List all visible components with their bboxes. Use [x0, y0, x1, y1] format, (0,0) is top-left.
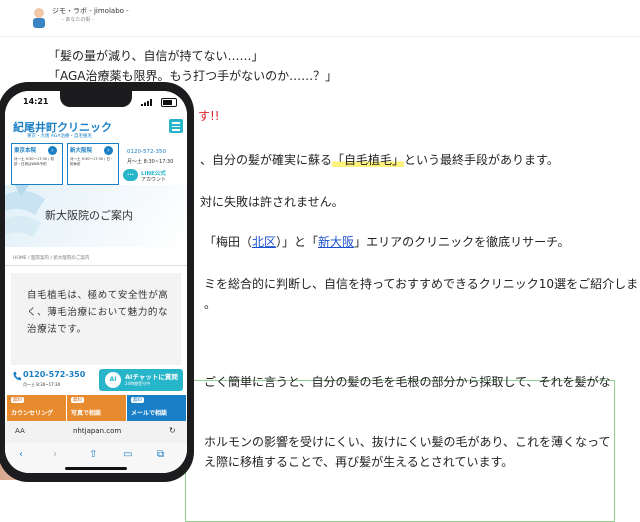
line-sub: アカウント — [141, 177, 167, 183]
ai-chat-label: AIチャットに質問 — [125, 373, 178, 381]
branch-tokyo-hours: 月〜土 9:30〜17:30 / 初診・日祝はWEB予約 — [14, 157, 54, 166]
status-time: 14:21 — [23, 97, 49, 106]
free-badge: 無料 — [11, 397, 24, 403]
header-phone-hours: 月〜土 8:30~17:30 — [127, 159, 174, 165]
notch — [60, 91, 132, 107]
site-name[interactable]: ジモ・ラボ - jimolabo - — [52, 6, 129, 16]
header-phone-number[interactable]: 0120-572-350 — [127, 149, 166, 155]
chat-bubble-icon: ••• — [123, 169, 138, 181]
mail-consult-button[interactable]: 無料 メールで相談 — [127, 395, 186, 421]
line-account-button[interactable]: ••• LINE公式 アカウント — [123, 169, 179, 183]
safari-url-bar[interactable]: AA nhtjapan.com ↻ — [5, 421, 187, 443]
breadcrumb[interactable]: HOME / 医院案内 / 新大阪院のご案内 — [13, 255, 89, 261]
clinic-header: 紀尾井町クリニック 東京・大阪 AGA治療・自毛植毛 東京本院 › 月〜土 9:… — [5, 113, 187, 185]
branch-tokyo-card[interactable]: 東京本院 › 月〜土 9:30〜17:30 / 初診・日祝はWEB予約 — [11, 143, 63, 185]
battery-icon — [161, 98, 177, 107]
quote-1: 「髪の量が減り、自信が持てない……」 — [48, 49, 264, 63]
link-kita-ku[interactable]: 北区 — [252, 235, 276, 249]
free-badge: 無料 — [131, 397, 144, 403]
box-line-1: ごく簡単に言うと、自分の髪の毛を毛根の部分から採取して、それを髪がな — [204, 375, 611, 389]
paragraph-5-end: 。 — [204, 297, 217, 311]
counseling-button[interactable]: 無料 カウンセリング — [7, 395, 66, 421]
box-line-2: ホルモンの影響を受けにくい、抜けにくい髪の毛があり、これを薄くなって — [204, 435, 611, 449]
site-header: ジモ・ラボ - jimolabo - - あなたの街 - — [0, 0, 640, 37]
intro-text: 自毛植毛は、極めて安全性が高く、薄毛治療において魅力的な治療法です。 — [27, 290, 169, 335]
bookmarks-icon[interactable]: ▭ — [123, 449, 132, 460]
ai-chat-sub: 24時間受付中 — [125, 381, 151, 386]
arrow-right-icon: › — [48, 146, 57, 155]
branch-shin-osaka-title: 新大阪院 — [70, 148, 93, 154]
share-icon[interactable]: ⇧ — [89, 449, 97, 460]
info-box — [185, 380, 615, 522]
hero-title: 新大阪院のご案内 — [45, 209, 133, 222]
paragraph-2: 、自分の髪が確実に蘇る「自毛植毛」という最終手段があります。 — [200, 153, 559, 167]
reload-icon[interactable]: ↻ — [169, 426, 176, 435]
clinic-subtitle: 東京・大阪 AGA治療・自毛植毛 — [27, 134, 92, 139]
emphasis-text: す!! — [198, 109, 220, 123]
arrow-right-icon: › — [104, 146, 113, 155]
branch-shin-osaka-hours: 月〜土 9:30〜17:30 / 日・祝休診 — [70, 157, 114, 166]
cta-bar-top: 0120-572-350 月〜土 8:30~17:30 AI AIチャットに質問… — [5, 365, 187, 395]
link-shin-osaka[interactable]: 新大阪 — [318, 235, 354, 249]
paragraph-4: 「梅田（北区）」と「新大阪」エリアのクリニックを徹底リサーチ。 — [204, 235, 570, 249]
forward-icon[interactable]: › — [53, 449, 57, 460]
cta-phone-hours: 月〜土 8:30~17:30 — [23, 382, 61, 387]
site-logo-icon[interactable] — [28, 6, 50, 30]
paragraph-5: ミを総合的に判断し、自信を持っておすすめできるクリニック10選をご紹介しま — [204, 277, 639, 291]
counseling-label: カウンセリング — [11, 410, 54, 417]
branch-tokyo-title: 東京本院 — [14, 148, 37, 154]
ai-chat-button[interactable]: AI AIチャットに質問 24時間受付中 — [99, 369, 183, 391]
status-bar: 14:21 — [5, 91, 187, 113]
box-line-3: え際に移植することで、再び髪が生えるとされています。 — [204, 455, 514, 469]
url-text[interactable]: nhtjapan.com — [73, 427, 121, 435]
cta-bar-bottom: 無料 カウンセリング 無料 写真で相談 無料 メールで相談 — [5, 395, 187, 421]
ai-chat-icon: AI — [105, 372, 121, 388]
signal-icon — [141, 99, 152, 106]
hero-banner: 新大阪院のご案内 — [5, 185, 187, 247]
tabs-icon[interactable]: ⧉ — [157, 449, 164, 460]
home-indicator — [65, 467, 127, 470]
cta-phone-number: 0120-572-350 — [23, 370, 86, 379]
back-icon[interactable]: ‹ — [19, 449, 23, 460]
paragraph-3: 対に失敗は許されません。 — [200, 195, 344, 209]
text-size-button[interactable]: AA — [15, 427, 25, 435]
highlight-jimo-shokumo: 「自毛植毛」 — [332, 153, 405, 167]
cta-phone-button[interactable]: 0120-572-350 月〜土 8:30~17:30 — [11, 369, 95, 393]
phone-mockup: 14:21 紀尾井町クリニック 東京・大阪 AGA治療・自毛植毛 東京本院 › … — [0, 82, 194, 482]
site-tagline: - あなたの街 - — [62, 17, 94, 23]
mail-consult-label: メールで相談 — [131, 410, 168, 417]
free-badge: 無料 — [71, 397, 84, 403]
intro-box: 自毛植毛は、極めて安全性が高く、薄毛治療において魅力的な治療法です。 — [11, 273, 181, 365]
hamburger-menu-icon[interactable] — [169, 119, 183, 133]
photo-consult-label: 写真で相談 — [71, 410, 102, 417]
phone-icon — [13, 372, 21, 381]
phone-screen: 14:21 紀尾井町クリニック 東京・大阪 AGA治療・自毛植毛 東京本院 › … — [5, 91, 187, 473]
branch-shin-osaka-card[interactable]: 新大阪院 › 月〜土 9:30〜17:30 / 日・祝休診 — [67, 143, 119, 185]
photo-consult-button[interactable]: 無料 写真で相談 — [67, 395, 126, 421]
divider — [5, 265, 187, 266]
